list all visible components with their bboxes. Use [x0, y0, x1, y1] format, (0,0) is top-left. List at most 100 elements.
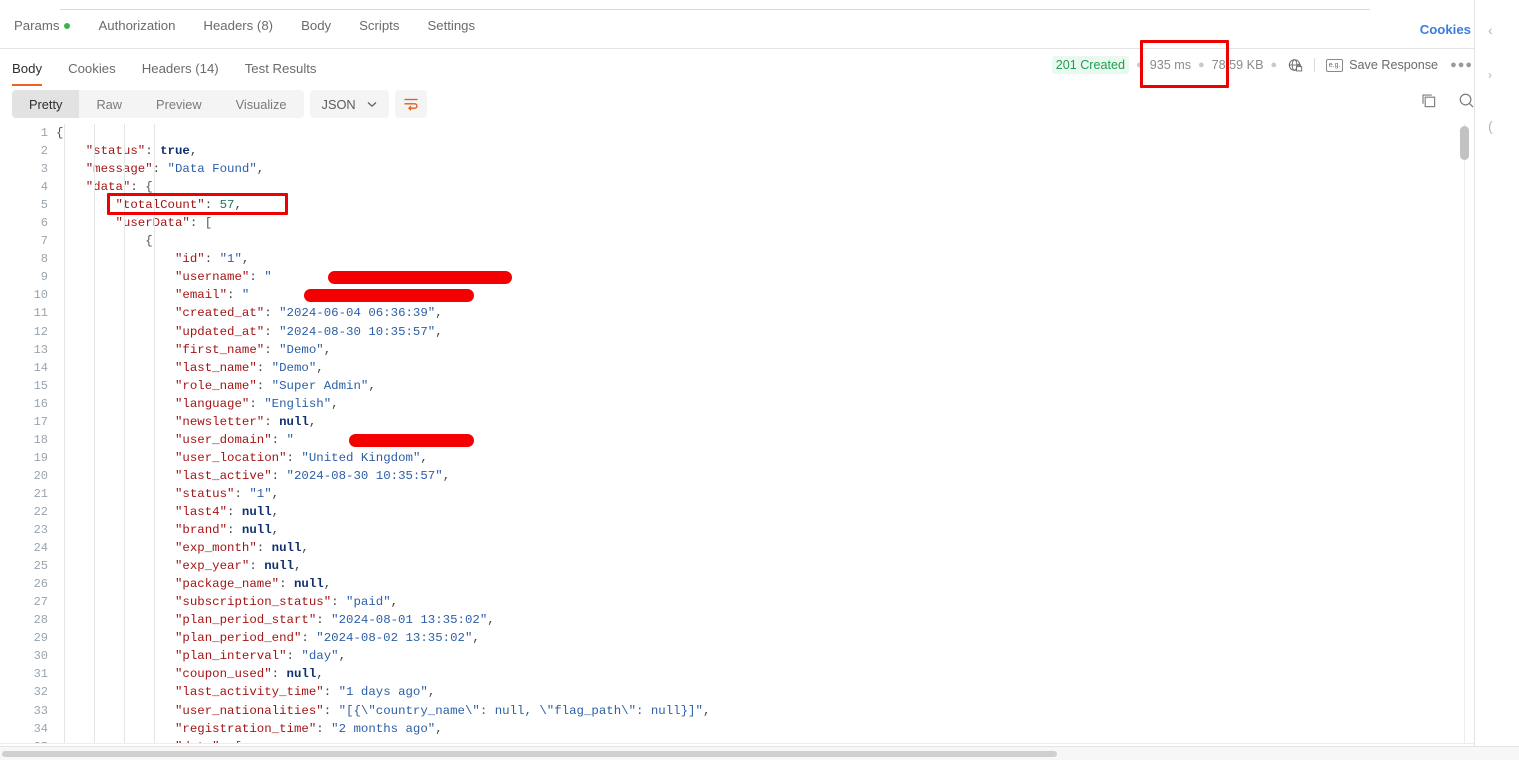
more-options-button[interactable]: ●●● — [1450, 59, 1473, 71]
format-toolbar: Pretty Raw Preview Visualize JSON — [12, 90, 427, 118]
code-line[interactable]: "coupon_used": null, — [56, 665, 1474, 683]
code-line[interactable]: { — [56, 124, 1474, 142]
comment-icon[interactable]: ( — [1488, 118, 1493, 134]
cookies-link[interactable]: Cookies — [1420, 22, 1471, 37]
request-tab-headers-8[interactable]: Headers (8) — [189, 18, 287, 34]
code-token: , — [308, 414, 317, 429]
code-token: "updated_at" — [174, 324, 265, 339]
code-line[interactable]: "id": "1", — [56, 250, 1474, 268]
request-tab-authorization[interactable]: Authorization — [84, 18, 189, 34]
format-tab-visualize[interactable]: Visualize — [219, 90, 304, 118]
code-line[interactable]: { — [56, 232, 1474, 250]
code-line[interactable]: "message": "Data Found", — [56, 160, 1474, 178]
code-token: "United Kingdom" — [301, 450, 421, 465]
response-tab-headers-14[interactable]: Headers (14) — [129, 54, 232, 82]
response-body-viewer[interactable]: 1 2 3 4 5 6 7 8 9 10 11 12 13 14 15 16 17 18 19 20 21 22 23 24 2… — [0, 124, 1474, 744]
code-line[interactable]: "exp_month": null, — [56, 539, 1474, 557]
code-token: "username" — [174, 270, 250, 285]
code-line[interactable]: "brand": null, — [56, 521, 1474, 539]
response-tab-body[interactable]: Body — [12, 54, 55, 86]
code-line[interactable]: "user_location": "United Kingdom", — [56, 449, 1474, 467]
code-token: , — [435, 721, 443, 736]
code-token: : — [316, 721, 332, 736]
code-line[interactable]: "role_name": "Super Admin", — [56, 377, 1474, 395]
code-token: "user_location" — [174, 450, 287, 465]
request-tab-settings[interactable]: Settings — [413, 18, 489, 34]
code-token: , — [316, 667, 324, 682]
collapse-chevron-icon[interactable]: ‹ — [1488, 22, 1493, 38]
code-hscrollbar-track[interactable] — [0, 743, 1474, 744]
response-tab-cookies[interactable]: Cookies — [55, 54, 129, 82]
format-tab-preview[interactable]: Preview — [139, 90, 219, 118]
code-line[interactable]: "created_at": "2024-06-04 06:36:39", — [56, 304, 1474, 322]
code-line[interactable]: "language": "English", — [56, 395, 1474, 413]
code-line[interactable]: "plan_period_end": "2024-08-02 13:35:02"… — [56, 629, 1474, 647]
code-token: , — [331, 396, 339, 411]
request-tab-body[interactable]: Body — [287, 18, 345, 34]
code-line[interactable]: "user_domain": " , — [56, 431, 1474, 449]
format-tab-raw[interactable]: Raw — [79, 90, 139, 118]
code-token: : — [286, 450, 302, 465]
copy-button[interactable] — [1420, 92, 1437, 109]
code-token: "brand" — [174, 523, 228, 538]
code-line[interactable]: "totalCount": 57, — [56, 196, 1474, 214]
code-line[interactable]: "last_active": "2024-08-30 10:35:57", — [56, 467, 1474, 485]
code-line[interactable]: "plan_period_start": "2024-08-01 13:35:0… — [56, 611, 1474, 629]
horizontal-scrollbar-thumb[interactable] — [2, 751, 1057, 757]
search-button[interactable] — [1458, 92, 1475, 109]
request-tab-params[interactable]: Params — [14, 18, 84, 34]
code-line[interactable]: "email": " ", — [56, 286, 1474, 304]
code-line[interactable]: "status": true, — [56, 142, 1474, 160]
horizontal-scrollbar[interactable] — [0, 746, 1519, 760]
code-token: : — [316, 613, 332, 628]
code-scrollbar-thumb[interactable] — [1460, 126, 1469, 160]
request-tab-label: Authorization — [98, 18, 176, 33]
request-tab-scripts[interactable]: Scripts — [345, 18, 413, 34]
wrap-lines-button[interactable] — [394, 90, 427, 118]
line-number: 24 — [33, 541, 48, 556]
code-token: , — [271, 486, 280, 501]
code-line[interactable]: "userData": [ — [56, 214, 1474, 232]
save-response-button[interactable]: e.g. Save Response — [1326, 58, 1438, 72]
code-line[interactable]: "username": " — [56, 268, 1474, 286]
line-number: 28 — [33, 613, 48, 628]
request-tab-bar: Params Authorization Headers (8) Body Script… — [0, 18, 1474, 48]
code-line[interactable]: "first_name": "Demo", — [56, 341, 1474, 359]
code-token: "Demo" — [279, 342, 324, 357]
code-line[interactable]: "registration_time": "2 months ago", — [56, 720, 1474, 738]
code-line[interactable]: "last_activity_time": "1 days ago", — [56, 683, 1474, 701]
code-scrollbar-track[interactable] — [1464, 124, 1465, 744]
code-token: , — [293, 559, 302, 574]
request-tabs-divider — [0, 48, 1474, 49]
code-token: "coupon_used" — [174, 667, 272, 682]
format-tab-pretty[interactable]: Pretty — [12, 90, 80, 118]
code-line[interactable]: "plan_interval": "day", — [56, 647, 1474, 665]
code-line[interactable]: "user_nationalities": "[{\"country_name\… — [56, 702, 1474, 720]
code-line[interactable]: "last4": null, — [56, 503, 1474, 521]
code-line[interactable]: "subscription_status": "paid", — [56, 593, 1474, 611]
code-line[interactable]: "last_name": "Demo", — [56, 359, 1474, 377]
code-line[interactable]: "data": { — [56, 178, 1474, 196]
code-line[interactable]: "exp_year": null, — [56, 557, 1474, 575]
globe-lock-icon[interactable] — [1288, 58, 1303, 73]
code-line[interactable]: "package_name": null, — [56, 575, 1474, 593]
modified-indicator-dot — [64, 23, 71, 29]
info-icon[interactable]: › — [1488, 68, 1492, 82]
code-token: "status" — [174, 486, 235, 501]
content-type-select[interactable]: JSON — [309, 90, 389, 118]
code-content[interactable]: { "status": true, "message": "Data Found… — [56, 124, 1474, 744]
code-token: "message" — [85, 162, 153, 177]
code-token: : — [264, 306, 280, 321]
code-line[interactable]: "updated_at": "2024-08-30 10:35:57", — [56, 323, 1474, 341]
code-token: "plan_period_end" — [174, 631, 302, 646]
code-line[interactable]: "status": "1", — [56, 485, 1474, 503]
response-tab-test-results[interactable]: Test Results — [232, 54, 330, 82]
code-line[interactable]: "newsletter": null, — [56, 413, 1474, 431]
line-number-gutter: 1 2 3 4 5 6 7 8 9 10 11 12 13 14 15 16 17 18 19 20 21 22 23 24 2… — [0, 124, 56, 744]
